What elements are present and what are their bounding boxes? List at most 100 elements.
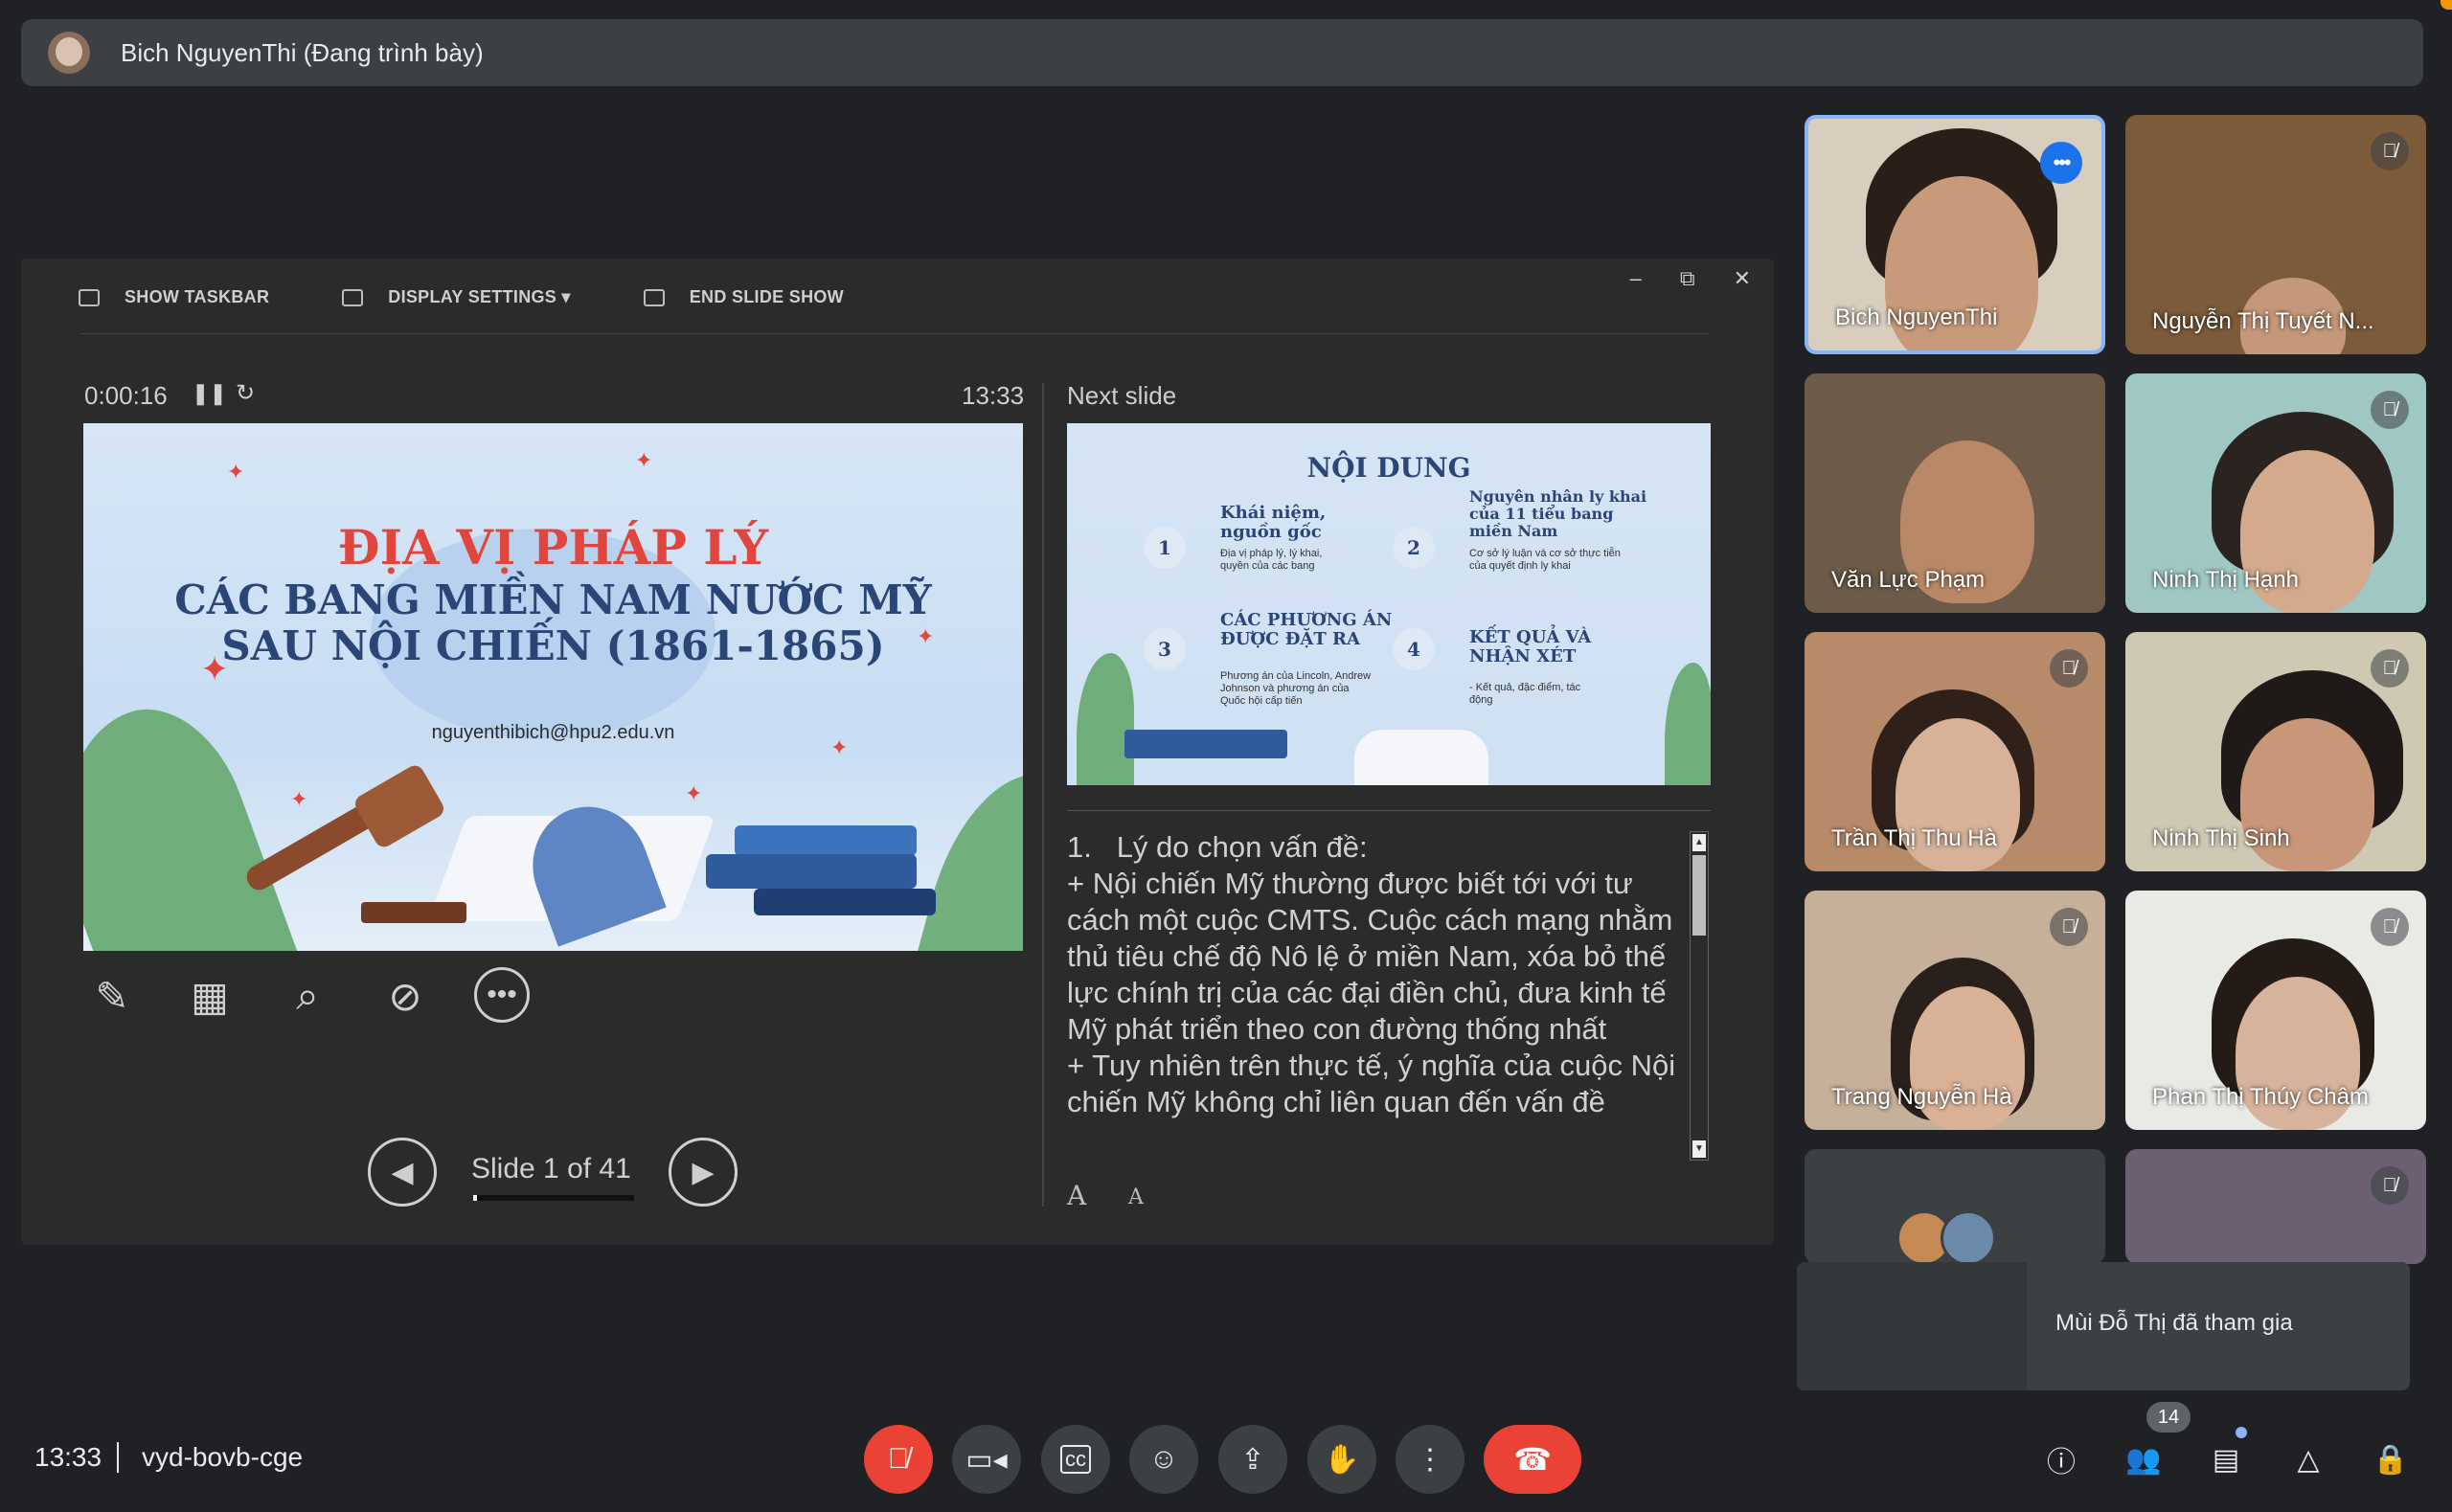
participant-name: Trang Nguyễn Hà: [1831, 1084, 2012, 1110]
emoji-reactions-button[interactable]: ☺: [1129, 1425, 1198, 1494]
microphone-button[interactable]: 🎙̸: [864, 1425, 933, 1494]
present-icon: ⇪: [1240, 1443, 1265, 1476]
raise-hand-button[interactable]: ✋: [1307, 1425, 1376, 1494]
slide-title-line3: SAU NỘI CHIẾN (1861-1865): [221, 622, 885, 669]
present-now-button[interactable]: ⇪: [1218, 1425, 1287, 1494]
notification-thumbnail: [1797, 1262, 2027, 1390]
chevron-left-icon: ◀: [391, 1156, 414, 1188]
scroll-down-icon[interactable]: ▼: [1692, 1140, 1706, 1158]
scroll-thumb[interactable]: [1692, 855, 1706, 936]
camera-icon: ▭◂: [965, 1443, 1008, 1476]
item-number: 3: [1144, 628, 1186, 670]
item-heading: CÁC PHƯƠNG ÁN ĐƯỢC ĐẶT RA: [1220, 610, 1393, 649]
item-heading: Nguyên nhân ly khai của 11 tiểu bang miề…: [1469, 487, 1647, 540]
zoom-icon[interactable]: ⌕: [279, 967, 336, 1025]
elapsed-timer: 0:00:16: [84, 381, 168, 410]
minimize-icon[interactable]: –: [1630, 266, 1642, 291]
mic-off-icon: 🎙̸: [887, 1443, 910, 1475]
mic-off-icon: 🎙̸: [2371, 1166, 2409, 1205]
slide-decor-leaf: [1077, 653, 1134, 785]
scroll-up-icon[interactable]: ▲: [1692, 834, 1706, 851]
participant-name: Văn Lực Phạm: [1831, 567, 1986, 593]
end-slide-show-label: END SLIDE SHOW: [689, 287, 844, 306]
camera-button[interactable]: ▭◂: [952, 1425, 1021, 1494]
reset-timer-icon[interactable]: ↻: [236, 379, 255, 407]
participant-name: Phan Thị Thúy Châm: [2152, 1084, 2369, 1110]
current-slide[interactable]: ✦ ✦ ✦ ✦ ✦ ✦ ✦ ĐỊA VỊ PHÁP LÝ CÁC BANG MI…: [83, 423, 1023, 951]
show-taskbar-button[interactable]: SHOW TASKBAR: [79, 287, 269, 307]
participant-name: Trần Thị Thu Hà: [1831, 825, 1997, 851]
more-options-icon[interactable]: •••: [474, 967, 530, 1023]
item-number: 1: [1144, 527, 1186, 569]
display-settings-label: DISPLAY SETTINGS ▾: [388, 287, 571, 306]
mic-off-icon: 🎙̸: [2371, 391, 2409, 429]
time-separator: [117, 1442, 119, 1473]
participant-tile[interactable]: 🎙̸ Ninh Thị Hạnh: [2125, 373, 2426, 613]
next-slide-title: NỘI DUNG: [1306, 452, 1471, 484]
item-sub: Cơ sở lý luận và cơ sở thực tiễn của quy…: [1469, 548, 1621, 572]
previous-slide-button[interactable]: ◀: [368, 1138, 437, 1207]
more-vert-icon: ⋮: [1416, 1443, 1444, 1476]
slideshow-clock: 13:33: [962, 381, 1025, 410]
gavel-illustration: [352, 762, 447, 850]
presenter-text: Bich NguyenThi (Đang trình bày): [121, 37, 484, 67]
participant-name: Bich NguyenThi: [1835, 305, 1998, 330]
decrease-font-button[interactable]: A: [1128, 1185, 1144, 1209]
hang-up-icon: ☎: [1513, 1442, 1552, 1477]
captions-icon: cc: [1060, 1445, 1091, 1474]
end-show-icon: [643, 288, 665, 306]
host-controls-icon: 🔒: [2373, 1443, 2409, 1476]
notes-scrollbar[interactable]: ▲ ▼: [1690, 831, 1709, 1161]
people-icon: 👥: [2125, 1443, 2162, 1476]
black-screen-icon[interactable]: ⊘: [376, 967, 434, 1025]
slide-paper-illustration: [515, 790, 667, 947]
item-sub: Địa vị pháp lý, lý khai, quyền của các b…: [1220, 548, 1323, 572]
chat-button[interactable]: ▤: [2203, 1436, 2249, 1482]
meeting-details-button[interactable]: ⓘ: [2038, 1436, 2084, 1482]
more-options-icon[interactable]: •••: [2040, 142, 2082, 184]
taskbar-icon: [79, 288, 100, 306]
mic-off-icon: 🎙̸: [2050, 908, 2088, 946]
presenter-avatar: [48, 32, 90, 74]
book-illustration: [706, 854, 917, 889]
activities-icon: △: [2297, 1443, 2320, 1476]
pause-icon[interactable]: ❚❚: [192, 381, 227, 406]
slide-counter: Slide 1 of 41: [471, 1153, 631, 1185]
mic-off-icon: 🎙̸: [2050, 649, 2088, 688]
next-slide-preview[interactable]: NỘI DUNG 1 Khái niệm, nguồn gốc Địa vị p…: [1067, 423, 1711, 785]
chat-icon: ▤: [2212, 1443, 2240, 1476]
activities-button[interactable]: △: [2285, 1436, 2331, 1482]
gavel-base-illustration: [361, 902, 466, 923]
captions-button[interactable]: cc: [1041, 1425, 1110, 1494]
participant-tile[interactable]: Văn Lực Phạm: [1805, 373, 2105, 613]
participant-tile[interactable]: 🎙̸ Ninh Thị Sinh: [2125, 632, 2426, 871]
participant-tile[interactable]: 🎙̸ Trần Thị Thu Hà: [1805, 632, 2105, 871]
increase-font-button[interactable]: A: [1067, 1180, 1086, 1211]
info-icon: ⓘ: [2047, 1447, 2076, 1478]
people-button[interactable]: 👥: [2121, 1436, 2167, 1482]
participant-tile[interactable]: 🎙̸: [2125, 1149, 2426, 1264]
sparkle-icon: ✦: [227, 460, 245, 484]
more-options-button[interactable]: ⋮: [1396, 1425, 1464, 1494]
close-icon[interactable]: ✕: [1734, 266, 1751, 291]
speaker-notes[interactable]: 1. Lý do chọn vấn đề: + Nội chiến Mỹ thư…: [1067, 829, 1680, 1162]
chat-unread-dot: [2236, 1427, 2247, 1438]
meeting-time: 13:33: [34, 1442, 102, 1472]
participant-tile-others[interactable]: [1805, 1149, 2105, 1264]
host-controls-button[interactable]: 🔒: [2368, 1436, 2414, 1482]
participant-tile[interactable]: 🎙̸ Trang Nguyễn Hà: [1805, 891, 2105, 1130]
display-settings-button[interactable]: DISPLAY SETTINGS ▾: [342, 287, 570, 307]
participant-tile[interactable]: ••• Bich NguyenThi: [1805, 115, 2105, 354]
restore-icon[interactable]: ⧉: [1680, 266, 1695, 291]
participant-name: Ninh Thị Sinh: [2152, 825, 2290, 851]
slide-progress-bar: [473, 1195, 634, 1201]
see-all-slides-icon[interactable]: ▦: [181, 967, 238, 1025]
slide-decor-leaf: [905, 755, 1023, 951]
pen-icon[interactable]: ✎: [83, 967, 141, 1025]
participant-tile[interactable]: 🎙̸ Phan Thị Thúy Châm: [2125, 891, 2426, 1130]
participant-tile[interactable]: 🎙̸ Nguyễn Thị Tuyết N...: [2125, 115, 2426, 354]
end-slide-show-button[interactable]: END SLIDE SHOW: [643, 287, 844, 307]
next-slide-button[interactable]: ▶: [669, 1138, 738, 1207]
leave-call-button[interactable]: ☎: [1484, 1425, 1581, 1494]
slide-title-line1: ĐỊA VỊ PHÁP LÝ: [337, 519, 769, 575]
